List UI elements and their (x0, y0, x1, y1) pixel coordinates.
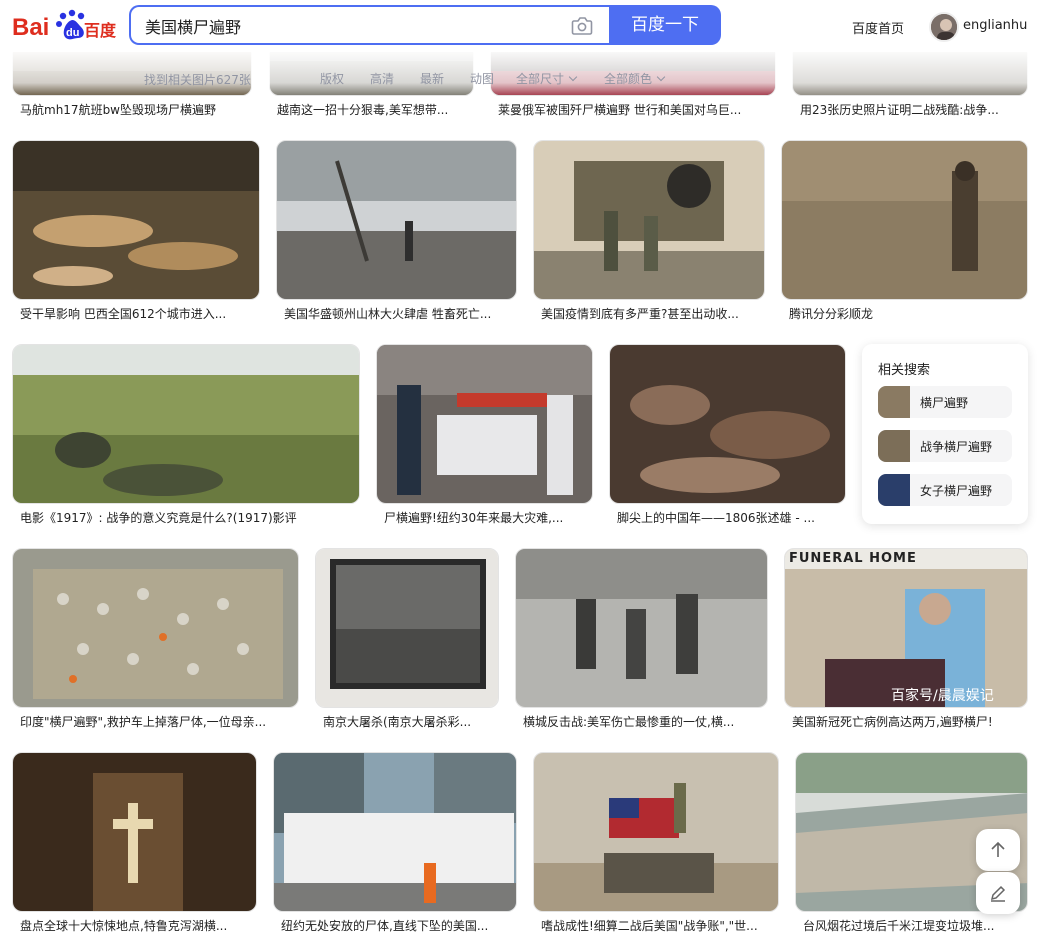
svg-text:du: du (66, 27, 79, 39)
image-thumbnail[interactable] (515, 548, 768, 708)
image-thumbnail[interactable] (376, 344, 593, 504)
avatar[interactable] (929, 12, 959, 42)
pencil-icon (990, 885, 1006, 902)
related-thumbnail (878, 474, 910, 506)
baidu-logo[interactable]: Bai du 百度 (12, 8, 116, 42)
related-item[interactable]: 横尸遍野 (878, 386, 1012, 418)
image-caption[interactable]: 用23张历史照片证明二战残酷:战争... (800, 101, 1020, 118)
result-count: 找到相关图片627张 (144, 73, 251, 87)
svg-text:百度: 百度 (84, 21, 116, 40)
header: Bai du 百度 百度一下 百度首页 (0, 0, 1040, 52)
funeral-home-sign: FUNERAL HOME (789, 551, 917, 566)
filter-size-label: 全部尺寸 (516, 72, 565, 86)
image-thumbnail[interactable] (609, 344, 846, 504)
image-caption[interactable]: 美国华盛顿州山林大火肆虐 牲畜死亡... (284, 305, 509, 322)
image-thumbnail[interactable] (276, 140, 517, 300)
image-card[interactable]: 脚尖上的中国年——1806张述雄 - ... (609, 344, 846, 530)
image-card[interactable]: 嗜战成性!细算二战后美国"战争账","世... (533, 752, 779, 938)
image-card[interactable]: 美国华盛顿州山林大火肆虐 牲畜死亡... (276, 140, 517, 326)
filter-color[interactable]: 全部颜色 (604, 70, 666, 87)
image-thumbnail[interactable] (12, 140, 260, 300)
chevron-down-icon (568, 72, 578, 82)
home-link[interactable]: 百度首页 (852, 18, 904, 37)
image-card[interactable]: 纽约无处安放的尸体,直线下坠的美国... (273, 752, 517, 938)
image-thumbnail[interactable] (781, 140, 1028, 300)
image-caption[interactable]: 纽约无处安放的尸体,直线下坠的美国... (281, 917, 509, 934)
image-caption[interactable]: 印度"横尸遍野",救护车上掉落尸体,一位母亲... (20, 713, 291, 730)
image-thumbnail[interactable] (533, 140, 765, 300)
search-box (129, 5, 609, 45)
chevron-down-icon (656, 72, 666, 82)
image-caption[interactable]: 横城反击战:美军伤亡最惨重的一仗,横... (523, 713, 760, 730)
watermark: 百家号/晨晨娱记 (891, 688, 994, 704)
image-caption[interactable]: 越南这一招十分狠毒,美军想带... (277, 101, 467, 118)
camera-icon[interactable] (571, 16, 593, 36)
page: Bai du 百度 百度一下 百度首页 (0, 0, 1040, 938)
image-thumbnail[interactable]: FUNERAL HOME 百家号/晨晨娱记 (784, 548, 1028, 708)
related-thumbnail (878, 386, 910, 418)
username[interactable]: englianhu (963, 18, 1027, 33)
filter-bar: 找到相关图片627张 版权 高清 最新 动图 全部尺寸 全部颜色 (0, 52, 1040, 96)
image-card[interactable]: 尸横遍野!纽约30年来最大灾难,... (376, 344, 593, 530)
related-item[interactable]: 战争横尸遍野 (878, 430, 1012, 462)
svg-text:Bai: Bai (12, 14, 49, 41)
image-caption[interactable]: 电影《1917》: 战争的意义究竟是什么?(1917)影评 (20, 509, 352, 526)
image-caption[interactable]: 美国疫情到底有多严重?甚至出动收... (541, 305, 757, 322)
related-label: 横尸遍野 (920, 396, 969, 410)
image-thumbnail[interactable] (315, 548, 499, 708)
image-caption[interactable]: 莱曼俄军被围歼尸横遍野 世行和美国对乌巨... (498, 101, 768, 118)
related-title: 相关搜索 (878, 363, 931, 378)
filter-hd[interactable]: 高清 (370, 70, 394, 87)
image-thumbnail[interactable] (273, 752, 517, 912)
image-caption[interactable]: 受干旱影响 巴西全国612个城市进入... (20, 305, 252, 322)
image-card[interactable]: 横城反击战:美军伤亡最惨重的一仗,横... (515, 548, 768, 734)
image-thumbnail[interactable] (12, 344, 360, 504)
image-card[interactable]: 电影《1917》: 战争的意义究竟是什么?(1917)影评 (12, 344, 360, 530)
image-card[interactable]: 南京大屠杀(南京大屠杀彩... (315, 548, 499, 734)
image-thumbnail[interactable] (12, 752, 257, 912)
image-caption[interactable]: 台风烟花过境后千米江堤变垃圾堆... (803, 917, 1020, 934)
image-card[interactable]: 盘点全球十大惊悚地点,特鲁克泻湖横... (12, 752, 257, 938)
related-searches-panel: 相关搜索 横尸遍野 战争横尸遍野 女子横尸遍野 (862, 344, 1028, 524)
image-card[interactable]: 腾讯分分彩顺龙 (781, 140, 1028, 326)
related-label: 战争横尸遍野 (920, 440, 993, 454)
image-caption[interactable]: 马航mh17航班bw坠毁现场尸横遍野 (20, 101, 244, 118)
back-to-top-button[interactable] (976, 829, 1020, 871)
related-label: 女子横尸遍野 (920, 484, 993, 498)
image-card[interactable]: 印度"横尸遍野",救护车上掉落尸体,一位母亲... (12, 548, 299, 734)
image-card[interactable]: FUNERAL HOME 百家号/晨晨娱记 美国新冠死亡病例高达两万,遍野横尸! (784, 548, 1028, 734)
feedback-button[interactable] (976, 872, 1020, 914)
image-card[interactable]: 美国疫情到底有多严重?甚至出动收... (533, 140, 765, 326)
search-button[interactable]: 百度一下 (609, 5, 721, 45)
image-caption[interactable]: 脚尖上的中国年——1806张述雄 - ... (617, 509, 838, 526)
image-thumbnail[interactable] (12, 548, 299, 708)
filter-animated[interactable]: 动图 (470, 70, 494, 87)
image-caption[interactable]: 盘点全球十大惊悚地点,特鲁克泻湖横... (20, 917, 249, 934)
image-card[interactable]: 受干旱影响 巴西全国612个城市进入... (12, 140, 260, 326)
filter-size[interactable]: 全部尺寸 (516, 70, 578, 87)
image-thumbnail[interactable] (533, 752, 779, 912)
image-caption[interactable]: 腾讯分分彩顺龙 (789, 305, 1020, 322)
filter-copyright[interactable]: 版权 (320, 70, 344, 87)
image-caption[interactable]: 尸横遍野!纽约30年来最大灾难,... (384, 509, 585, 526)
related-thumbnail (878, 430, 910, 462)
filter-color-label: 全部颜色 (604, 72, 653, 86)
image-caption[interactable]: 嗜战成性!细算二战后美国"战争账","世... (541, 917, 771, 934)
arrow-up-icon (991, 841, 1005, 857)
image-caption[interactable]: 南京大屠杀(南京大屠杀彩... (323, 713, 491, 730)
related-item[interactable]: 女子横尸遍野 (878, 474, 1012, 506)
image-caption[interactable]: 美国新冠死亡病例高达两万,遍野横尸! (792, 713, 1020, 730)
filter-latest[interactable]: 最新 (420, 70, 444, 87)
search-input[interactable] (145, 15, 545, 37)
